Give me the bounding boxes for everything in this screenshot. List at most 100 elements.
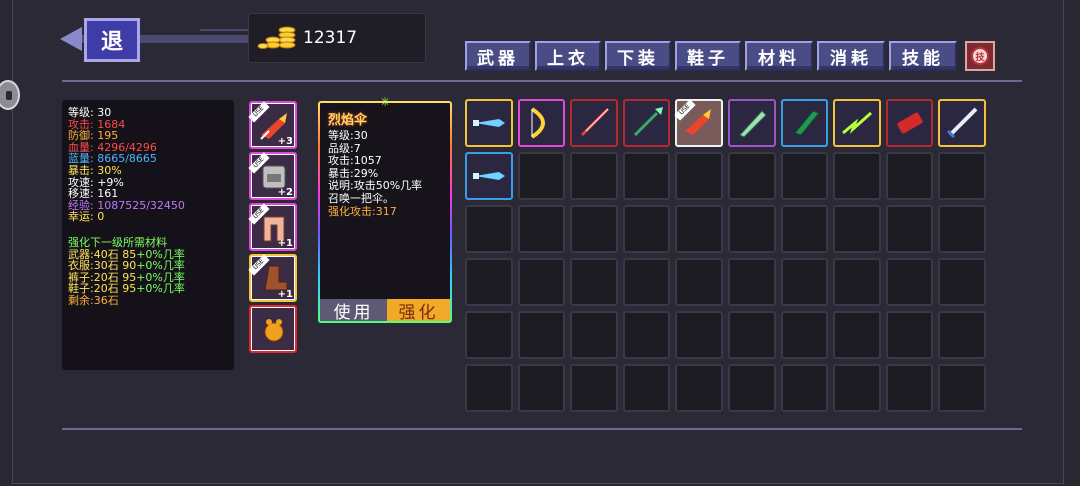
inventory-slot-empty[interactable] [622,152,671,200]
inventory-row [465,364,991,412]
tab-tops[interactable]: 上衣 [535,41,601,71]
inventory-slot-empty[interactable] [675,152,723,200]
inventory-slot-empty[interactable] [622,258,671,306]
inventory-slot-empty[interactable] [833,364,881,412]
back-button[interactable]: 退 [84,18,140,62]
skill-icon-button[interactable]: 技 [965,41,995,71]
tab-skills[interactable]: 技能 [889,41,957,71]
inventory-slot-empty[interactable] [780,258,829,306]
stat-move-speed: 移速: 161 [68,187,119,201]
gold-counter: 12317 [248,13,426,63]
equip-slot-armor[interactable]: USE +2 [248,152,297,200]
inventory-slot-empty[interactable] [517,364,566,412]
inventory-slot-empty[interactable] [517,311,566,359]
inventory-slot-empty[interactable] [465,364,513,412]
inventory-slot-empty[interactable] [727,258,776,306]
inventory-slot[interactable] [622,99,671,147]
inventory-slot-empty[interactable] [780,152,829,200]
inventory-slot-empty[interactable] [938,311,986,359]
inventory-slot-empty[interactable] [622,311,671,359]
tab-shoes[interactable]: 鞋子 [675,41,741,71]
inventory-slot-empty[interactable] [727,152,776,200]
enhance-badge: +3 [277,136,293,147]
inventory-slot-empty[interactable] [938,205,986,253]
inventory-slot-empty[interactable] [780,364,829,412]
enhance-badge: +2 [277,187,293,198]
ice-sword-icon [473,119,505,127]
inventory-slot-empty[interactable] [570,205,618,253]
inventory-slot[interactable]: USE [674,99,723,147]
inventory-row [465,152,991,200]
inventory-slot-empty[interactable] [833,152,881,200]
equip-slot-weapon[interactable]: USE +3 [248,101,297,149]
inventory-slot-empty[interactable] [727,311,776,359]
inventory-slot-empty[interactable] [938,364,986,412]
inventory-slot[interactable] [938,99,986,147]
inventory-slot-empty[interactable] [938,258,986,306]
inventory-row [465,258,991,306]
item-name: 烈焰伞 [328,113,368,128]
tab-bottoms[interactable]: 下装 [605,41,671,71]
inventory-slot[interactable] [727,99,776,147]
inventory-slot-empty[interactable] [780,205,829,253]
inventory-slot-empty[interactable] [885,258,934,306]
inventory-slot-empty[interactable] [727,364,776,412]
upgrade-button[interactable]: 强化 [387,299,450,323]
inventory-slot[interactable] [517,99,566,147]
inventory-slot-empty[interactable] [885,311,934,359]
inventory-slot-empty[interactable] [780,311,829,359]
item-detail-panel: ✳ 烈焰伞 等级:30 品级:7 攻击:1057 暴击:29% 说明:攻击50%… [318,95,452,323]
inventory-slot-empty[interactable] [517,152,566,200]
item-desc-2: 召唤一把伞。 [328,191,394,205]
inventory-slot-empty[interactable] [465,205,513,253]
equipped-slots: USE +3 USE +2 USE +1 USE +1 [248,101,299,356]
category-tabs: 武器 上衣 下装 鞋子 材料 消耗 技能 技 [465,41,995,73]
inventory-slot-empty[interactable] [570,152,618,200]
inventory-slot-empty[interactable] [570,258,618,306]
inventory-row [465,205,991,253]
inventory-slot-empty[interactable] [938,152,986,200]
tab-consumables[interactable]: 消耗 [817,41,885,71]
inventory-slot-empty[interactable] [885,152,934,200]
silver-sword-icon [947,107,978,139]
tab-materials[interactable]: 材料 [745,41,813,71]
item-level: 等级:30 [328,129,368,142]
inventory-slot[interactable] [780,99,829,147]
inventory-slot-empty[interactable] [570,364,618,412]
back-arrow-icon[interactable] [60,27,82,51]
inventory-slot[interactable] [885,99,934,147]
divider-top [62,80,1022,82]
skill-icon: 技 [971,47,989,65]
inventory-slot-empty[interactable] [885,364,934,412]
equip-slot-shoes[interactable]: USE +1 [248,254,297,302]
inventory-slot[interactable] [465,99,513,147]
inventory-slot-empty[interactable] [622,205,671,253]
tab-weapons[interactable]: 武器 [465,41,531,71]
inventory-slot-empty[interactable] [675,258,723,306]
inventory-slot-empty[interactable] [833,311,881,359]
inventory-slot-empty[interactable] [727,205,776,253]
inventory-slot-empty[interactable] [465,311,513,359]
inventory-slot-empty[interactable] [833,258,881,306]
inventory-slot-empty[interactable] [885,205,934,253]
item-stats: 等级:30 品级:7 攻击:1057 暴击:29% 说明:攻击50%几率 召唤一… [328,129,422,218]
equip-slot-pet[interactable] [249,305,297,353]
inventory-slot[interactable] [465,152,513,200]
inventory-slot-empty[interactable] [570,311,618,359]
inventory-slot-empty[interactable] [517,258,566,306]
inventory-slot-empty[interactable] [675,205,723,253]
inventory-slot-empty[interactable] [465,258,513,306]
inventory-slot[interactable] [833,99,881,147]
inventory-slot-empty[interactable] [833,205,881,253]
back-control[interactable]: 退 [60,18,300,62]
equip-slot-pants[interactable]: USE +1 [248,203,297,251]
inventory-slot[interactable] [570,99,618,147]
inventory-slot-empty[interactable] [622,364,671,412]
enhance-badge: +1 [277,289,293,300]
use-button[interactable]: 使用 [320,299,387,323]
inventory-slot-empty[interactable] [517,205,566,253]
red-katana-icon [581,107,610,137]
item-attack: 攻击:1057 [328,154,382,168]
inventory-slot-empty[interactable] [675,311,723,359]
inventory-slot-empty[interactable] [675,364,723,412]
